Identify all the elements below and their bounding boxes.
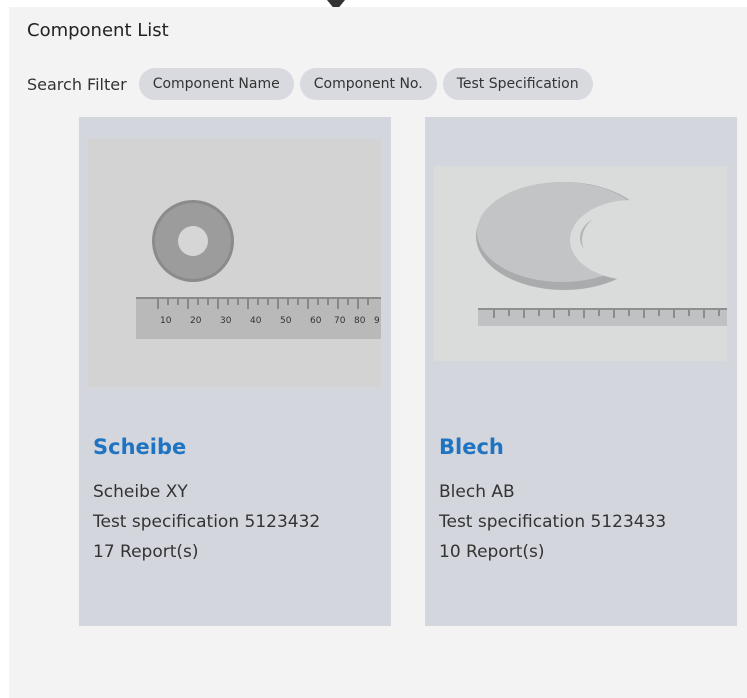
component-photo (434, 166, 727, 361)
filter-chip-test-specification[interactable]: Test Specification (442, 68, 593, 100)
page-title: Component List (27, 20, 169, 41)
search-filter-bar: Search Filter Component Name Component N… (27, 68, 599, 100)
search-filter-label: Search Filter (27, 74, 127, 94)
report-count: 10 Report(s) (439, 542, 545, 562)
filter-chip-component-name[interactable]: Component Name (138, 68, 294, 100)
ruler-label: 70 (334, 316, 346, 326)
component-subtitle: Scheibe XY (93, 482, 188, 502)
component-name-link[interactable]: Scheibe (93, 435, 186, 459)
report-count: 17 Report(s) (93, 542, 199, 562)
washer-photo: 10 20 30 40 50 60 70 80 9 (88, 139, 381, 387)
ruler-label: 60 (310, 316, 322, 326)
component-card-blech[interactable]: Blech Blech AB Test specification 512343… (425, 117, 737, 626)
ruler-label: 30 (220, 316, 232, 326)
ruler-label: 20 (190, 316, 202, 326)
ruler-label: 50 (280, 316, 292, 326)
component-name-link[interactable]: Blech (439, 435, 504, 459)
component-card-scheibe[interactable]: 10 20 30 40 50 60 70 80 9 Scheibe Scheib… (79, 117, 391, 626)
filter-chip-component-no[interactable]: Component No. (299, 68, 437, 100)
component-list-panel: Component List Search Filter Component N… (9, 7, 747, 698)
test-specification: Test specification 5123432 (93, 512, 321, 532)
ruler-label: 80 (354, 316, 366, 326)
ruler-label: 9 (374, 316, 380, 326)
ruler-label: 40 (250, 316, 262, 326)
component-subtitle: Blech AB (439, 482, 515, 502)
ruler-label: 10 (160, 316, 172, 326)
sheet-metal-photo (434, 166, 727, 361)
test-specification: Test specification 5123433 (439, 512, 667, 532)
component-photo: 10 20 30 40 50 60 70 80 9 (88, 139, 381, 387)
